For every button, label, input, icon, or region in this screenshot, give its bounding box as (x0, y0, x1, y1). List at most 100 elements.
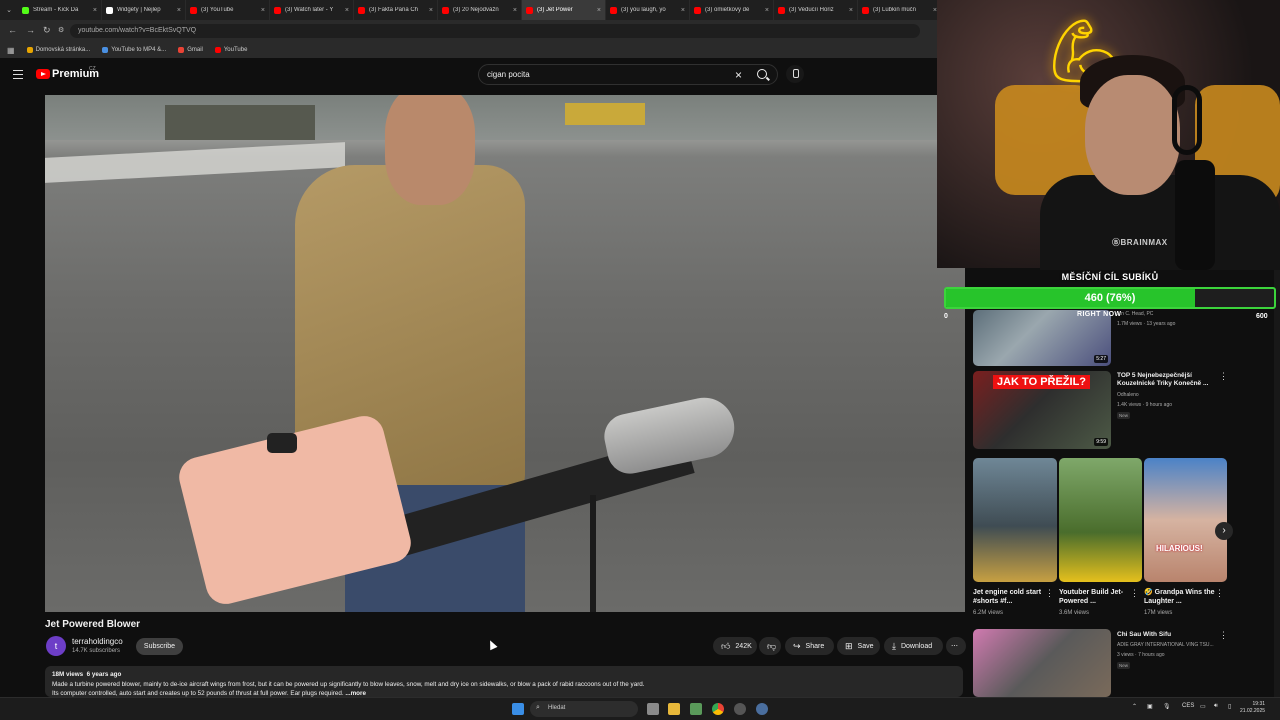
tab-close-icon[interactable]: × (93, 7, 97, 14)
settings-icon[interactable] (756, 703, 768, 715)
url-field[interactable]: youtube.com/watch?v=BcEktSvQTVQ (70, 24, 920, 38)
tab-search-icon[interactable]: ⌄ (0, 6, 18, 14)
file-explorer-icon[interactable] (668, 703, 680, 715)
more-options-icon[interactable]: ⋮ (1219, 630, 1228, 641)
tab-favicon-icon (190, 6, 197, 14)
clear-search-icon[interactable]: × (735, 68, 742, 82)
bookmark-item[interactable]: YouTube to MP4 &... (102, 47, 166, 53)
voice-search-icon[interactable] (786, 65, 804, 83)
description-box[interactable]: 18M views 6 years ago Made a turbine pow… (45, 666, 963, 697)
bookmark-item[interactable]: YouTube (214, 47, 247, 53)
dislike-button[interactable]: 👎︎ (759, 637, 781, 655)
related-thumbnail-3[interactable] (973, 629, 1111, 697)
channel-name[interactable]: terraholdingco (72, 637, 123, 646)
more-options-icon[interactable]: ⋮ (1130, 588, 1139, 599)
video-sign (565, 103, 645, 125)
language-indicator[interactable]: CES (1182, 703, 1194, 709)
back-icon[interactable]: ← (8, 25, 17, 35)
site-info-icon[interactable]: ⚙ (58, 26, 64, 34)
related-thumbnail-2[interactable]: JAK TO PŘEŽIL? 9:59 (973, 371, 1111, 449)
share-button[interactable]: ↪ Share (785, 637, 834, 655)
tab-close-icon[interactable]: × (849, 7, 853, 14)
taskbar-search[interactable]: ⌕ Hledat (530, 701, 638, 717)
tray-app-icon[interactable]: ▣ (1147, 703, 1153, 710)
bookmark-item[interactable]: Domovská stránka... (26, 47, 91, 53)
short-title-3[interactable]: 🤣 Grandpa Wins the Laughter ... (1144, 588, 1216, 606)
short-title-1[interactable]: Jet engine cold start #shorts #f... (973, 588, 1045, 606)
save-button[interactable]: ⊞ Save (837, 637, 880, 655)
sidebar-scrollbar[interactable] (1274, 270, 1280, 697)
video-player[interactable] (45, 95, 965, 612)
browser-tab[interactable]: (3) omietkový de × (690, 0, 774, 20)
tray-mic-icon[interactable]: 🎙︎ (1163, 703, 1171, 710)
related-title-2[interactable]: TOP 5 Nejnebezpečnější Kouzelnické Triky… (1117, 372, 1215, 388)
browser-tab[interactable]: (3) YouTube × (186, 0, 270, 20)
youtube-logo-icon[interactable] (36, 69, 50, 79)
windows-start-icon[interactable] (512, 703, 524, 715)
tab-close-icon[interactable]: × (765, 7, 769, 14)
menu-icon[interactable] (13, 70, 23, 82)
download-button[interactable]: ⤓ Download (884, 637, 943, 655)
battery-icon[interactable]: ▯ (1228, 703, 1231, 710)
browser-tab[interactable]: (3) Veducíí Horiz × (774, 0, 858, 20)
tab-close-icon[interactable]: × (261, 7, 265, 14)
browser-tab[interactable]: (3) Jet Power × (522, 0, 606, 20)
short-title-2[interactable]: Youtuber Build Jet-Powered ... (1059, 588, 1131, 606)
search-input[interactable]: cigan pocita × (478, 64, 778, 85)
tab-close-icon[interactable]: × (513, 7, 517, 14)
channel-avatar[interactable]: t (46, 636, 66, 656)
tab-close-icon[interactable]: × (177, 7, 181, 14)
sub-goal-min: 0 (944, 313, 948, 320)
more-options-icon[interactable]: ⋮ (1219, 371, 1228, 382)
tab-close-icon[interactable]: × (345, 7, 349, 14)
tab-favicon-icon (274, 6, 281, 14)
reload-icon[interactable]: ↻ (43, 25, 51, 36)
taskbar-clock[interactable]: 19:31 21.02.2025 (1240, 701, 1265, 715)
tab-close-icon[interactable]: × (429, 7, 433, 14)
app-icon[interactable] (734, 703, 746, 715)
more-options-icon[interactable]: ⋮ (1045, 588, 1054, 599)
more-options-icon[interactable]: ⋮ (1215, 588, 1224, 599)
search-icon[interactable] (757, 69, 767, 79)
like-button[interactable]: 👍︎ 242K (713, 637, 757, 655)
short-thumbnail-2[interactable] (1059, 458, 1142, 582)
related-title-3[interactable]: Chi Sau With Sifu (1117, 631, 1215, 639)
task-view-icon[interactable] (647, 703, 659, 715)
browser-tab[interactable]: (3) 20 Nejodvážn × (438, 0, 522, 20)
short-thumbnail-1[interactable] (973, 458, 1057, 582)
video-tripod (590, 495, 596, 612)
network-icon[interactable]: ▭ (1200, 703, 1206, 710)
apps-icon[interactable]: ▦ (7, 46, 15, 55)
tray-chevron-icon[interactable]: ⌃ (1132, 703, 1137, 710)
clock-date: 21.02.2025 (1240, 708, 1266, 714)
tab-label: Widgety | Nejlep (117, 7, 161, 13)
tab-close-icon[interactable]: × (681, 7, 685, 14)
more-actions-button[interactable]: ⋯ (946, 637, 966, 655)
short-thumbnail-3[interactable]: HILARIOUS! (1144, 458, 1227, 582)
download-icon: ⤓ (892, 640, 896, 651)
browser-tab[interactable]: (3) Watch later - Y × (270, 0, 354, 20)
tab-close-icon[interactable]: × (597, 7, 601, 14)
shorts-next-icon[interactable]: › (1215, 522, 1233, 540)
chrome-icon[interactable] (712, 703, 724, 715)
browser-tab[interactable]: (3) you laugh, yo × (606, 0, 690, 20)
volume-icon[interactable]: 🔊︎ (1214, 703, 1218, 710)
tab-favicon-icon (106, 6, 113, 14)
like-count: 242K (735, 642, 752, 650)
bookmark-label: Domovská stránka... (35, 47, 91, 53)
short-views-1: 6.2M views (973, 610, 1004, 616)
subscribe-button[interactable]: Subscribe (136, 638, 183, 655)
browser-tab[interactable]: (3) Lubkin múčn × (858, 0, 942, 20)
bookmark-item[interactable]: Gmail (178, 47, 203, 53)
store-icon[interactable] (690, 703, 702, 715)
browser-tab[interactable]: Widgety | Nejlep × (102, 0, 186, 20)
more-link[interactable]: ...more (345, 690, 366, 697)
tab-label: (3) YouTube (201, 7, 234, 13)
tab-favicon-icon (610, 6, 617, 14)
forward-icon[interactable]: → (26, 25, 35, 35)
browser-tab[interactable]: Stream - Kick Da × (18, 0, 102, 20)
browser-tab[interactable]: (3) Fakta Pana Ch × (354, 0, 438, 20)
related-thumbnail-1[interactable]: 5:27 (973, 310, 1111, 366)
tab-favicon-icon (358, 6, 365, 14)
sub-goal-title: MĚSÍČNÍ CÍL SUBÍKŮ (1061, 272, 1159, 282)
